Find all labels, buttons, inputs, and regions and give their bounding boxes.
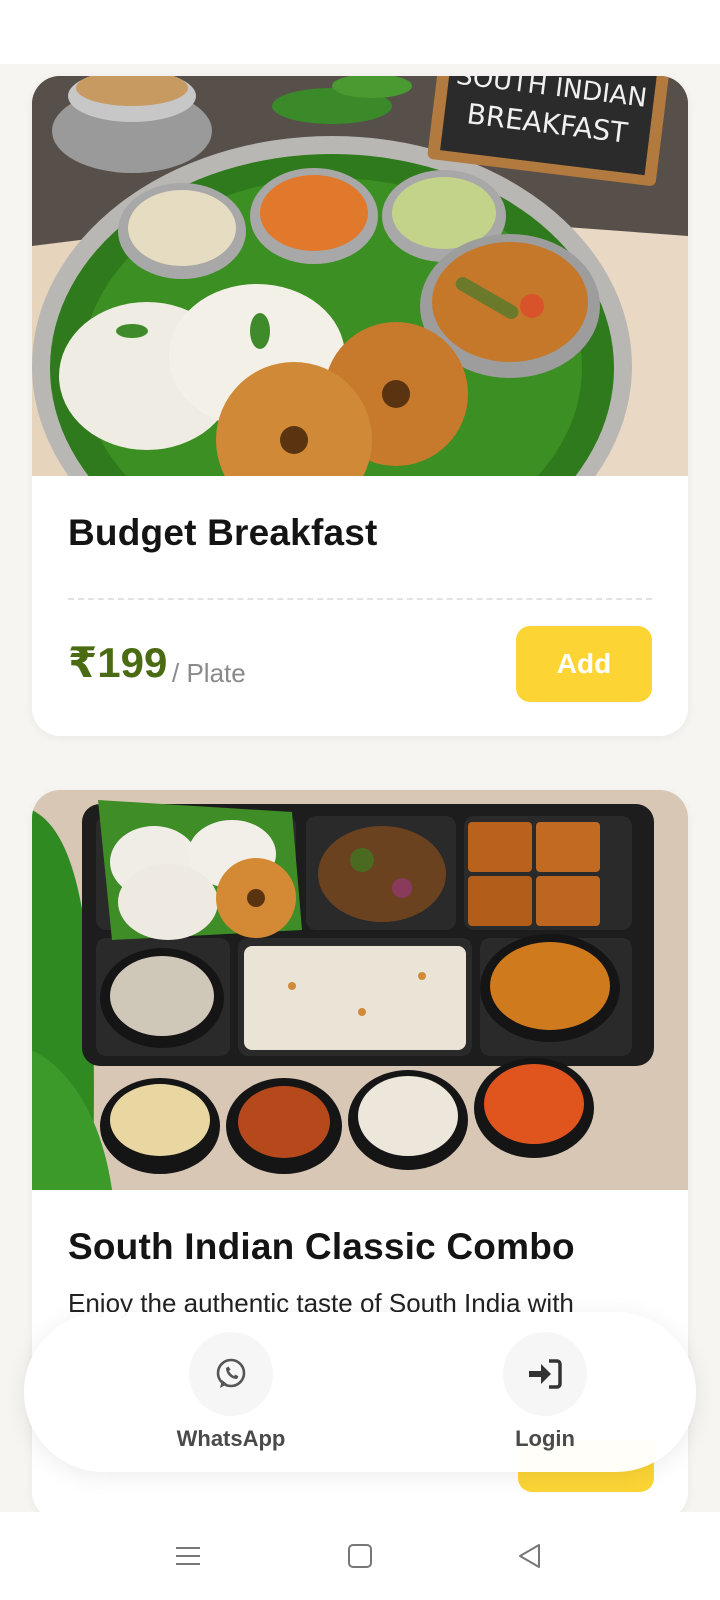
- login-button[interactable]: Login: [475, 1332, 615, 1452]
- product-image: [32, 790, 688, 1190]
- back-icon[interactable]: [508, 1534, 552, 1578]
- price: ₹199: [68, 639, 168, 686]
- whatsapp-button[interactable]: WhatsApp: [161, 1332, 301, 1452]
- add-button[interactable]: Add: [516, 626, 652, 702]
- price-row: ₹199 / Plate Add: [68, 600, 652, 710]
- menu-icon[interactable]: [166, 1534, 210, 1578]
- breakfast-plate-illustration: SOUTH INDIAN BREAKFAST: [32, 76, 688, 476]
- system-navigation-bar: [0, 1512, 720, 1600]
- home-icon[interactable]: [338, 1534, 382, 1578]
- combo-tray-illustration: [32, 790, 688, 1190]
- status-bar: [0, 0, 720, 64]
- floating-action-dock: WhatsApp Login: [24, 1312, 696, 1472]
- whatsapp-icon[interactable]: [189, 1332, 273, 1416]
- product-card-budget-breakfast[interactable]: SOUTH INDIAN BREAKFAST Budget Breakfast …: [32, 76, 688, 736]
- product-title: Budget Breakfast: [68, 512, 378, 553]
- price-unit: / Plate: [172, 658, 246, 688]
- login-label: Login: [515, 1426, 575, 1451]
- product-image: SOUTH INDIAN BREAKFAST: [32, 76, 688, 476]
- whatsapp-label: WhatsApp: [176, 1426, 286, 1451]
- login-icon[interactable]: [503, 1332, 587, 1416]
- product-title: South Indian Classic Combo: [68, 1226, 575, 1267]
